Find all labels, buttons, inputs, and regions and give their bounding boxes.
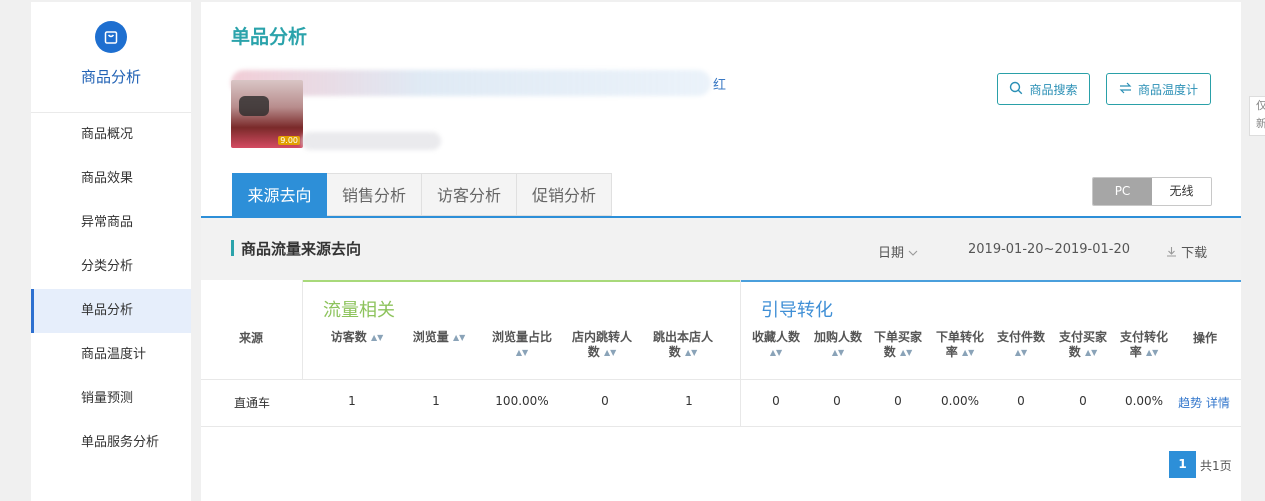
cell-source: 直通车	[233, 396, 270, 410]
tab-promotion-analysis[interactable]: 促销分析	[517, 173, 612, 216]
cell-visitors: 1	[348, 394, 356, 408]
sidebar-item-sales-forecast[interactable]: 销量预测	[31, 377, 191, 421]
sidebar-item-label: 单品服务分析	[81, 435, 160, 450]
sidebar-header: 商品分析	[31, 2, 191, 113]
cell-jump-in-store: 0	[601, 394, 609, 408]
sort-icon: ▲▼	[603, 348, 617, 357]
product-search-label: 商品搜索	[1029, 82, 1078, 97]
column-header-exit-store[interactable]: 跳出本店人数 ▲▼	[648, 330, 718, 360]
page-total: 共1页	[1200, 459, 1232, 473]
side-float-tab[interactable]: 仅 新	[1249, 96, 1265, 136]
sort-icon: ▲▼	[769, 348, 783, 357]
column-header-jump-in-store[interactable]: 店内跳转人数 ▲▼	[567, 330, 637, 360]
sort-icon: ▲▼	[1014, 348, 1028, 357]
tab-source-destination[interactable]: 来源去向	[232, 173, 327, 216]
download-icon	[1166, 246, 1177, 261]
product-thumbnail[interactable]: 9.00	[231, 80, 303, 148]
column-header-source: 来源	[238, 331, 263, 345]
section-title: 商品流量来源去向	[241, 240, 362, 258]
product-thermometer-button[interactable]: 商品温度计	[1106, 73, 1211, 105]
product-name-redacted	[231, 70, 711, 96]
sort-icon: ▲▼	[899, 348, 913, 357]
sidebar-item-category[interactable]: 分类分析	[31, 245, 191, 289]
page-title: 单品分析	[231, 26, 308, 48]
product-name-tail[interactable]: 红	[713, 74, 726, 93]
search-icon	[1009, 81, 1023, 98]
cell-add-cart: 0	[833, 394, 841, 408]
column-header-visitors[interactable]: 访客数 ▲▼	[326, 330, 388, 345]
column-header-actions: 操作	[1192, 331, 1217, 345]
main-panel: 单品分析 9.00 红 商品搜索 商品温度计 来源去向 销售分析 访客分析 促销…	[201, 2, 1241, 501]
sort-icon: ▲▼	[1145, 348, 1159, 357]
column-header-order-conv[interactable]: 下单转化率 ▲▼	[932, 330, 988, 360]
sort-icon: ▲▼	[684, 348, 698, 357]
sidebar-item-label: 商品温度计	[81, 347, 147, 362]
download-button[interactable]: 下载	[1166, 242, 1207, 261]
column-header-favorites[interactable]: 收藏人数 ▲▼	[746, 330, 806, 360]
cell-order-conv: 0.00%	[940, 394, 980, 408]
sidebar-item-single-product[interactable]: 单品分析	[31, 289, 191, 333]
sidebar-item-label: 商品概况	[81, 127, 134, 142]
column-header-add-cart[interactable]: 加购人数 ▲▼	[808, 330, 868, 360]
column-header-pay-conv[interactable]: 支付转化率 ▲▼	[1116, 330, 1172, 360]
tab-sales-analysis[interactable]: 销售分析	[327, 173, 422, 216]
tab-visitor-analysis[interactable]: 访客分析	[422, 173, 517, 216]
cell-actions: 趋势 详情	[1176, 394, 1232, 411]
chevron-down-icon	[908, 246, 918, 261]
sort-icon: ▲▼	[1084, 348, 1098, 357]
sort-icon: ▲▼	[831, 348, 845, 357]
column-header-buyers-ordered[interactable]: 下单买家数 ▲▼	[870, 330, 926, 360]
analysis-tabs: 来源去向 销售分析 访客分析 促销分析	[232, 173, 612, 216]
date-dropdown-label: 日期	[878, 246, 905, 261]
column-header-paid-buyers[interactable]: 支付买家数 ▲▼	[1055, 330, 1111, 360]
device-wireless-option[interactable]: 无线	[1152, 178, 1211, 205]
sort-icon: ▲▼	[515, 348, 529, 357]
cell-buyers-ordered: 0	[894, 394, 902, 408]
cell-favorites: 0	[772, 394, 780, 408]
sidebar-item-service-analysis[interactable]: 单品服务分析	[31, 421, 191, 465]
sort-icon: ▲▼	[370, 333, 384, 342]
device-toggle: PC 无线	[1092, 177, 1212, 206]
cell-pay-conv: 0.00%	[1124, 394, 1164, 408]
section-header: 商品流量来源去向 日期 2019-01-20~2019-01-20 下载	[201, 218, 1241, 280]
product-meta-redacted	[301, 132, 441, 150]
sidebar-item-thermometer[interactable]: 商品温度计	[31, 333, 191, 377]
sidebar-item-label: 单品分析	[81, 303, 134, 318]
trend-link[interactable]: 趋势	[1178, 396, 1202, 410]
device-pc-option[interactable]: PC	[1093, 178, 1152, 205]
sidebar: 商品分析 商品概况 商品效果 异常商品 分类分析 单品分析 商品温度计 销量预测…	[31, 2, 191, 501]
sidebar-item-overview[interactable]: 商品概况	[31, 113, 191, 157]
shopping-bag-icon	[95, 21, 127, 53]
sidebar-item-label: 销量预测	[81, 391, 134, 406]
sort-icon: ▲▼	[961, 348, 975, 357]
column-header-paid-items[interactable]: 支付件数 ▲▼	[993, 330, 1049, 360]
download-label: 下载	[1181, 246, 1208, 261]
date-dropdown[interactable]: 日期	[878, 242, 918, 261]
sort-icon: ▲▼	[452, 333, 466, 342]
swap-icon	[1119, 82, 1132, 97]
sidebar-item-effect[interactable]: 商品效果	[31, 157, 191, 201]
group-conversion-title: 引导转化	[761, 300, 833, 321]
cell-pv-ratio: 100.00%	[495, 394, 549, 408]
cell-exit-store: 1	[685, 394, 693, 408]
sidebar-item-label: 分类分析	[81, 259, 134, 274]
page-1-button[interactable]: 1	[1169, 451, 1196, 478]
sidebar-title: 商品分析	[80, 68, 141, 86]
cell-paid-buyers: 0	[1079, 394, 1087, 408]
sidebar-item-abnormal[interactable]: 异常商品	[31, 201, 191, 245]
column-header-pv-ratio[interactable]: 浏览量占比 ▲▼	[485, 330, 559, 360]
cell-pageviews: 1	[432, 394, 440, 408]
product-search-button[interactable]: 商品搜索	[997, 73, 1090, 105]
cell-paid-items: 0	[1017, 394, 1025, 408]
date-range: 2019-01-20~2019-01-20	[968, 242, 1130, 257]
sidebar-item-label: 异常商品	[81, 215, 134, 230]
detail-link[interactable]: 详情	[1206, 396, 1230, 410]
product-price: 9.00	[278, 136, 300, 145]
product-thermometer-label: 商品温度计	[1137, 82, 1198, 97]
column-header-pageviews[interactable]: 浏览量 ▲▼	[408, 330, 470, 345]
group-traffic-title: 流量相关	[323, 300, 395, 321]
sidebar-item-label: 商品效果	[81, 171, 134, 186]
